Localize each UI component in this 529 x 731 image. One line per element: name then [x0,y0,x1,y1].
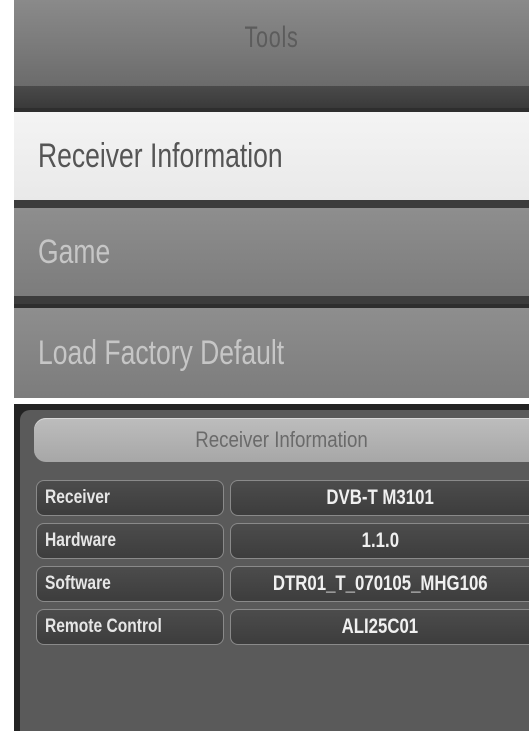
menu-divider [14,296,529,304]
menu-item-load-factory-default[interactable]: Load Factory Default [14,308,529,398]
info-row-receiver: Receiver DVB-T M3101 [36,480,529,518]
receiver-information-panel: Receiver Information Receiver DVB-T M310… [14,404,529,731]
info-value: DVB-T M3101 [326,486,434,509]
info-panel-footer [20,659,529,731]
info-value: DTR01_T_070105_MHG106 [272,572,488,595]
info-label: Receiver [45,487,110,508]
tools-menu-panel: Tools Receiver Information Game Load Fac… [14,0,529,398]
info-value: 1.1.0 [361,529,399,552]
info-label: Hardware [45,530,117,551]
info-label: Software [45,573,111,594]
info-label-box: Remote Control [36,609,224,645]
menu-divider [14,200,529,208]
menu-item-label: Game [38,232,111,271]
info-label: Remote Control [45,616,162,637]
info-row-software: Software DTR01_T_070105_MHG106 [36,566,529,604]
receiver-information-header: Receiver Information [34,418,529,462]
info-value: ALI25C01 [341,615,419,638]
info-value-box: 1.1.0 [230,523,529,559]
info-value-box: ALI25C01 [230,609,529,645]
menu-item-receiver-information[interactable]: Receiver Information [14,112,529,200]
info-value-box: DVB-T M3101 [230,480,529,516]
menu-item-game[interactable]: Game [14,208,529,296]
tools-menu-header: Tools [14,0,529,86]
menu-item-label: Load Factory Default [38,333,285,372]
receiver-information-title: Receiver Information [195,427,368,452]
info-label-box: Hardware [36,523,224,559]
menu-item-label: Receiver Information [38,136,283,175]
info-value-box: DTR01_T_070105_MHG106 [230,566,529,602]
info-row-remote-control: Remote Control ALI25C01 [36,609,529,647]
info-row-hardware: Hardware 1.1.0 [36,523,529,561]
header-divider [14,86,529,108]
info-label-box: Receiver [36,480,224,516]
tools-menu-title: Tools [244,21,299,54]
info-label-box: Software [36,566,224,602]
